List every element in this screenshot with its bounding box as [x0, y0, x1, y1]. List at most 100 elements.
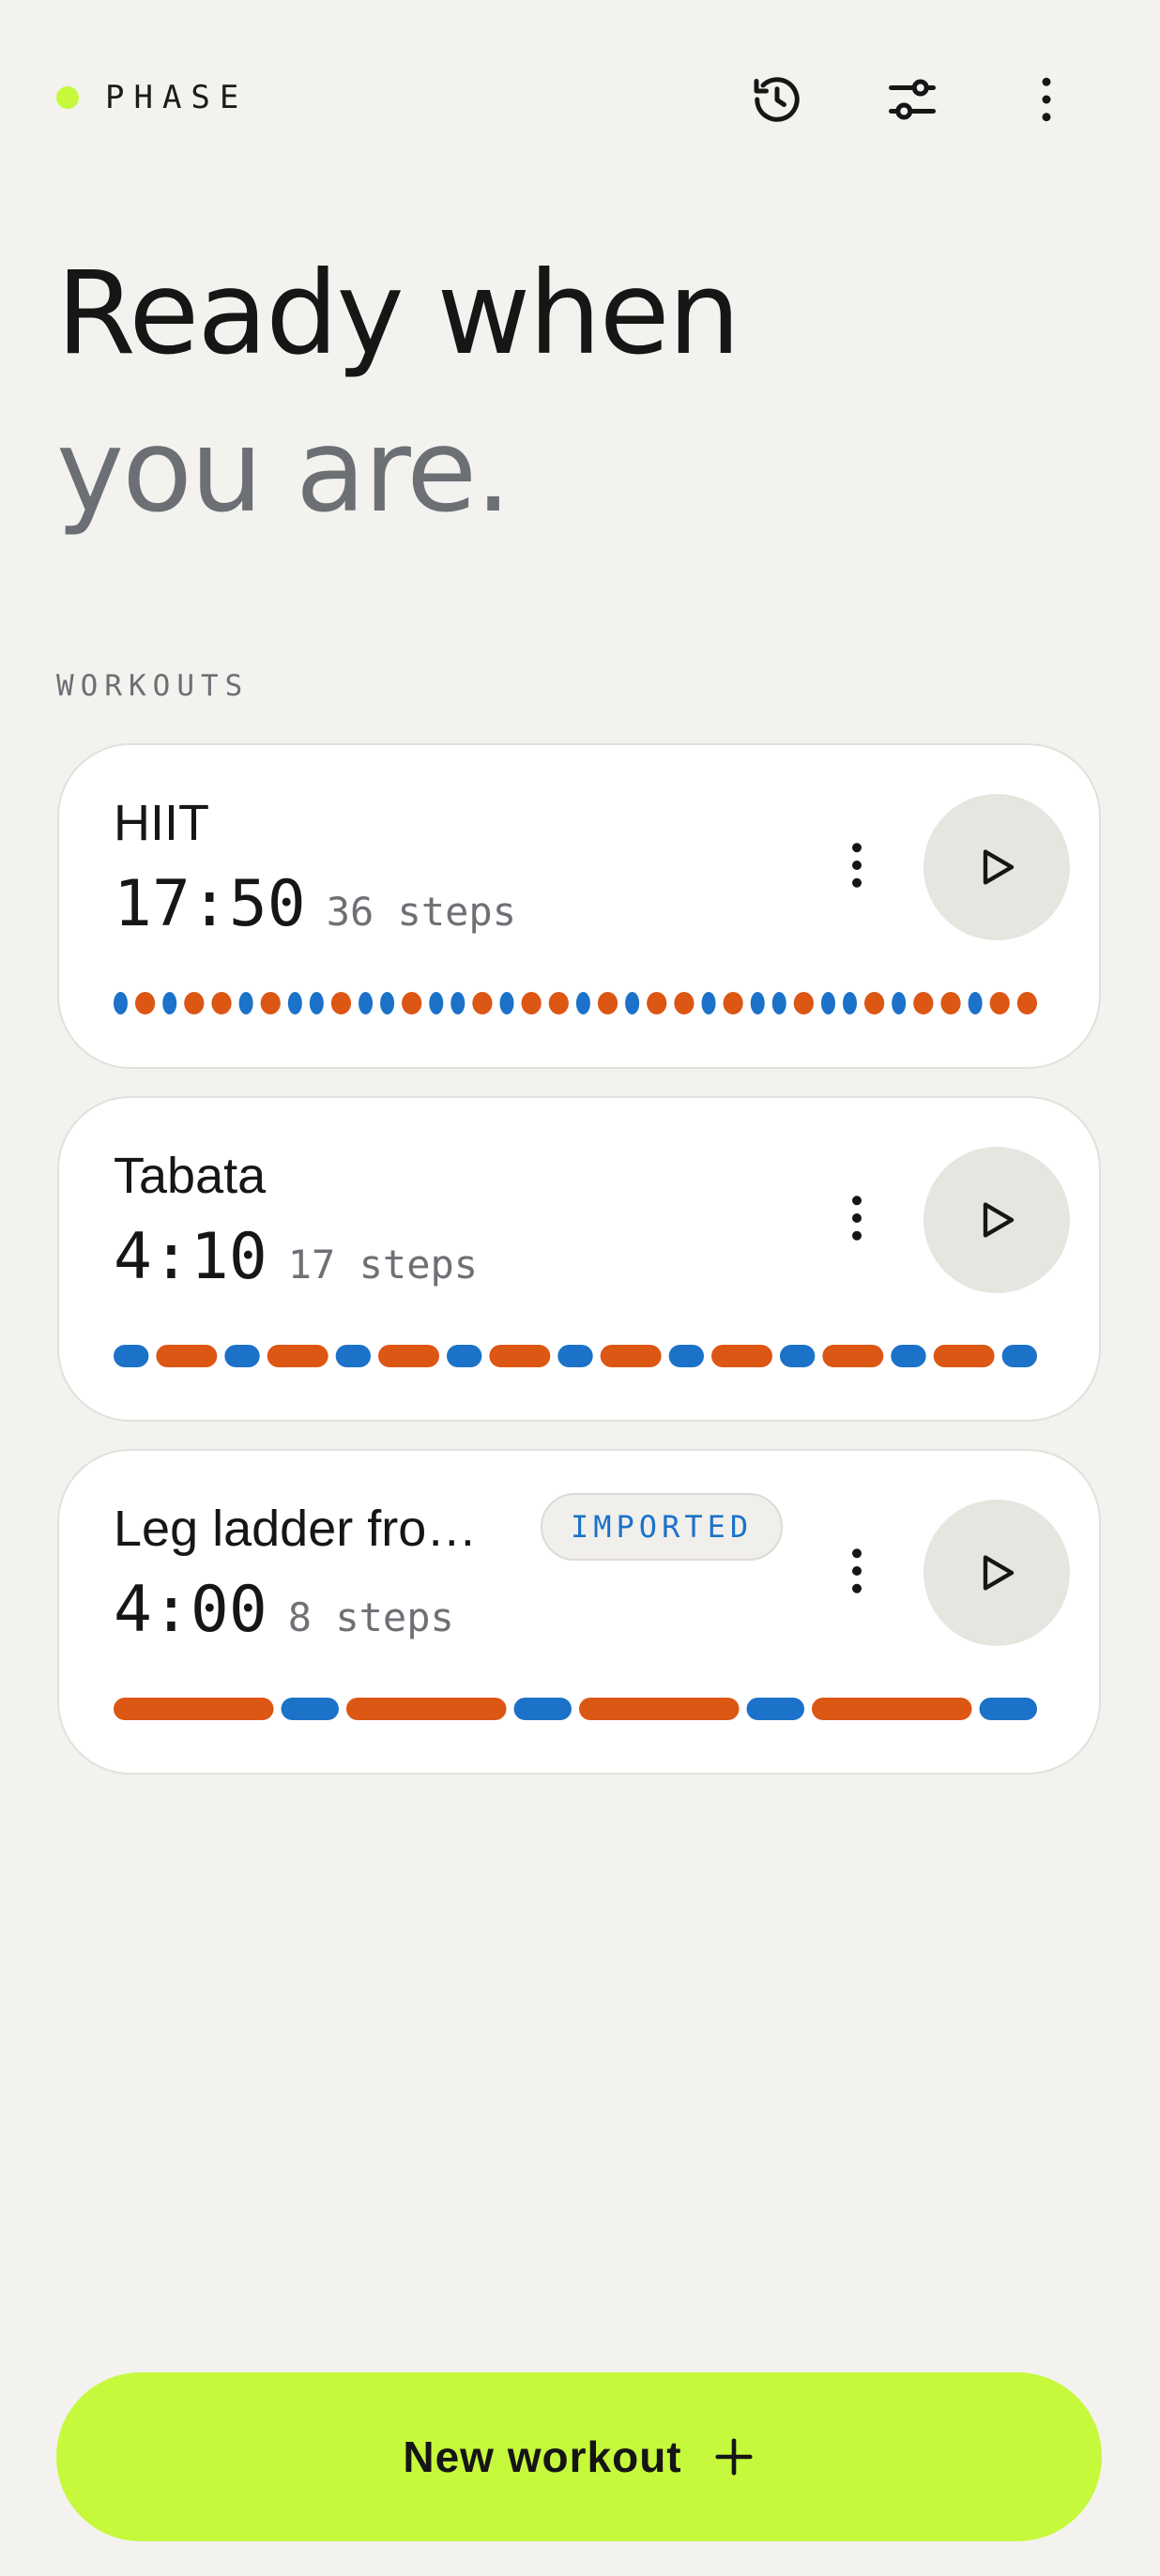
new-workout-button[interactable]: New workout: [56, 2372, 1102, 2541]
work-segment: [812, 1698, 972, 1720]
more-vertical-icon: [852, 1548, 862, 1593]
workout-menu-button[interactable]: [829, 837, 885, 893]
work-segment: [913, 992, 934, 1014]
rest-segment: [625, 992, 640, 1014]
work-segment: [114, 1698, 274, 1720]
rest-segment: [892, 992, 907, 1014]
work-segment: [793, 992, 814, 1014]
work-segment: [260, 992, 281, 1014]
work-segment: [267, 1345, 328, 1367]
work-segment: [822, 1345, 884, 1367]
plus-icon: [715, 2438, 753, 2476]
work-segment: [933, 1345, 995, 1367]
play-button[interactable]: [923, 1147, 1070, 1293]
work-segment: [548, 992, 569, 1014]
workout-menu-button[interactable]: [829, 1543, 885, 1599]
rest-segment: [820, 992, 835, 1014]
hero-heading: Ready when you are.: [56, 235, 740, 550]
work-segment: [156, 1345, 218, 1367]
work-segment: [402, 992, 422, 1014]
rest-segment: [287, 992, 302, 1014]
work-segment: [211, 992, 232, 1014]
workout-card[interactable]: Tabata 4:10 17 steps: [57, 1096, 1101, 1422]
section-label: WORKOUTS: [56, 669, 250, 703]
brand: PHASE: [56, 79, 248, 116]
rest-segment: [429, 992, 444, 1014]
rest-segment: [771, 992, 786, 1014]
rest-segment: [162, 992, 177, 1014]
filters-button[interactable]: [875, 62, 950, 137]
rest-segment: [968, 992, 983, 1014]
rest-segment: [335, 1345, 372, 1367]
segment-bar-svg: [114, 1698, 1037, 1720]
imported-badge: IMPORTED: [541, 1493, 784, 1561]
rest-segment: [114, 992, 129, 1014]
brand-dot-icon: [56, 86, 79, 109]
rest-segment: [446, 1345, 482, 1367]
rest-segment: [701, 992, 716, 1014]
rest-segment: [668, 1345, 705, 1367]
workout-steps: 17 steps: [287, 1242, 479, 1288]
workout-title: HIIT: [114, 795, 209, 851]
work-segment: [940, 992, 961, 1014]
rest-segment: [359, 992, 374, 1014]
workout-time: 4:10: [114, 1220, 267, 1294]
work-segment: [330, 992, 352, 1014]
rest-segment: [750, 992, 765, 1014]
top-bar: PHASE: [0, 0, 1160, 202]
rest-segment: [979, 1698, 1037, 1720]
rest-segment: [779, 1345, 816, 1367]
work-segment: [135, 992, 156, 1014]
workout-title: Leg ladder fro…: [114, 1501, 478, 1557]
more-vertical-icon: [852, 843, 862, 888]
work-segment: [597, 992, 618, 1014]
work-segment: [600, 1345, 662, 1367]
work-segment: [723, 992, 743, 1014]
workout-card[interactable]: HIIT 17:50 36 steps: [57, 743, 1101, 1069]
rest-segment: [224, 1345, 260, 1367]
play-icon: [983, 1202, 1015, 1238]
rest-segment: [450, 992, 466, 1014]
rest-segment: [746, 1698, 804, 1720]
rest-segment: [557, 1345, 593, 1367]
play-icon: [983, 849, 1015, 885]
rest-segment: [842, 992, 857, 1014]
work-segment: [579, 1698, 740, 1720]
work-segment: [489, 1345, 551, 1367]
work-segment: [346, 1698, 507, 1720]
rest-segment: [891, 1345, 926, 1367]
new-workout-label: New workout: [403, 2432, 682, 2481]
rest-segment: [238, 992, 253, 1014]
workout-time: 17:50: [114, 867, 306, 941]
rest-segment: [309, 992, 324, 1014]
more-vertical-icon: [1042, 77, 1051, 122]
workout-time: 4:00: [114, 1573, 267, 1647]
history-icon: [754, 77, 800, 122]
brand-name: PHASE: [105, 79, 249, 116]
workout-duration: 17:50 36 steps: [114, 867, 516, 941]
sliders-icon: [889, 79, 936, 120]
work-segment: [647, 992, 667, 1014]
workout-title: Tabata: [114, 1148, 267, 1204]
more-options-button[interactable]: [1009, 62, 1084, 137]
segment-timeline: [114, 1345, 1037, 1367]
rest-segment: [1001, 1345, 1037, 1367]
segment-bar-svg: [114, 992, 1037, 1014]
play-button[interactable]: [923, 1500, 1070, 1646]
segment-bar-svg: [114, 1345, 1037, 1367]
history-button[interactable]: [740, 62, 815, 137]
segment-timeline: [114, 992, 1037, 1014]
hero-line-1: Ready when: [56, 247, 740, 380]
work-segment: [521, 992, 542, 1014]
rest-segment: [575, 992, 590, 1014]
rest-segment: [380, 992, 395, 1014]
play-icon: [983, 1555, 1015, 1591]
rest-segment: [499, 992, 514, 1014]
workout-steps: 8 steps: [287, 1594, 454, 1640]
workout-menu-button[interactable]: [829, 1190, 885, 1246]
work-segment: [472, 992, 493, 1014]
workout-card[interactable]: Leg ladder fro… IMPORTED 4:00 8 steps: [57, 1449, 1101, 1775]
work-segment: [711, 1345, 772, 1367]
rest-segment: [513, 1698, 572, 1720]
play-button[interactable]: [923, 794, 1070, 940]
